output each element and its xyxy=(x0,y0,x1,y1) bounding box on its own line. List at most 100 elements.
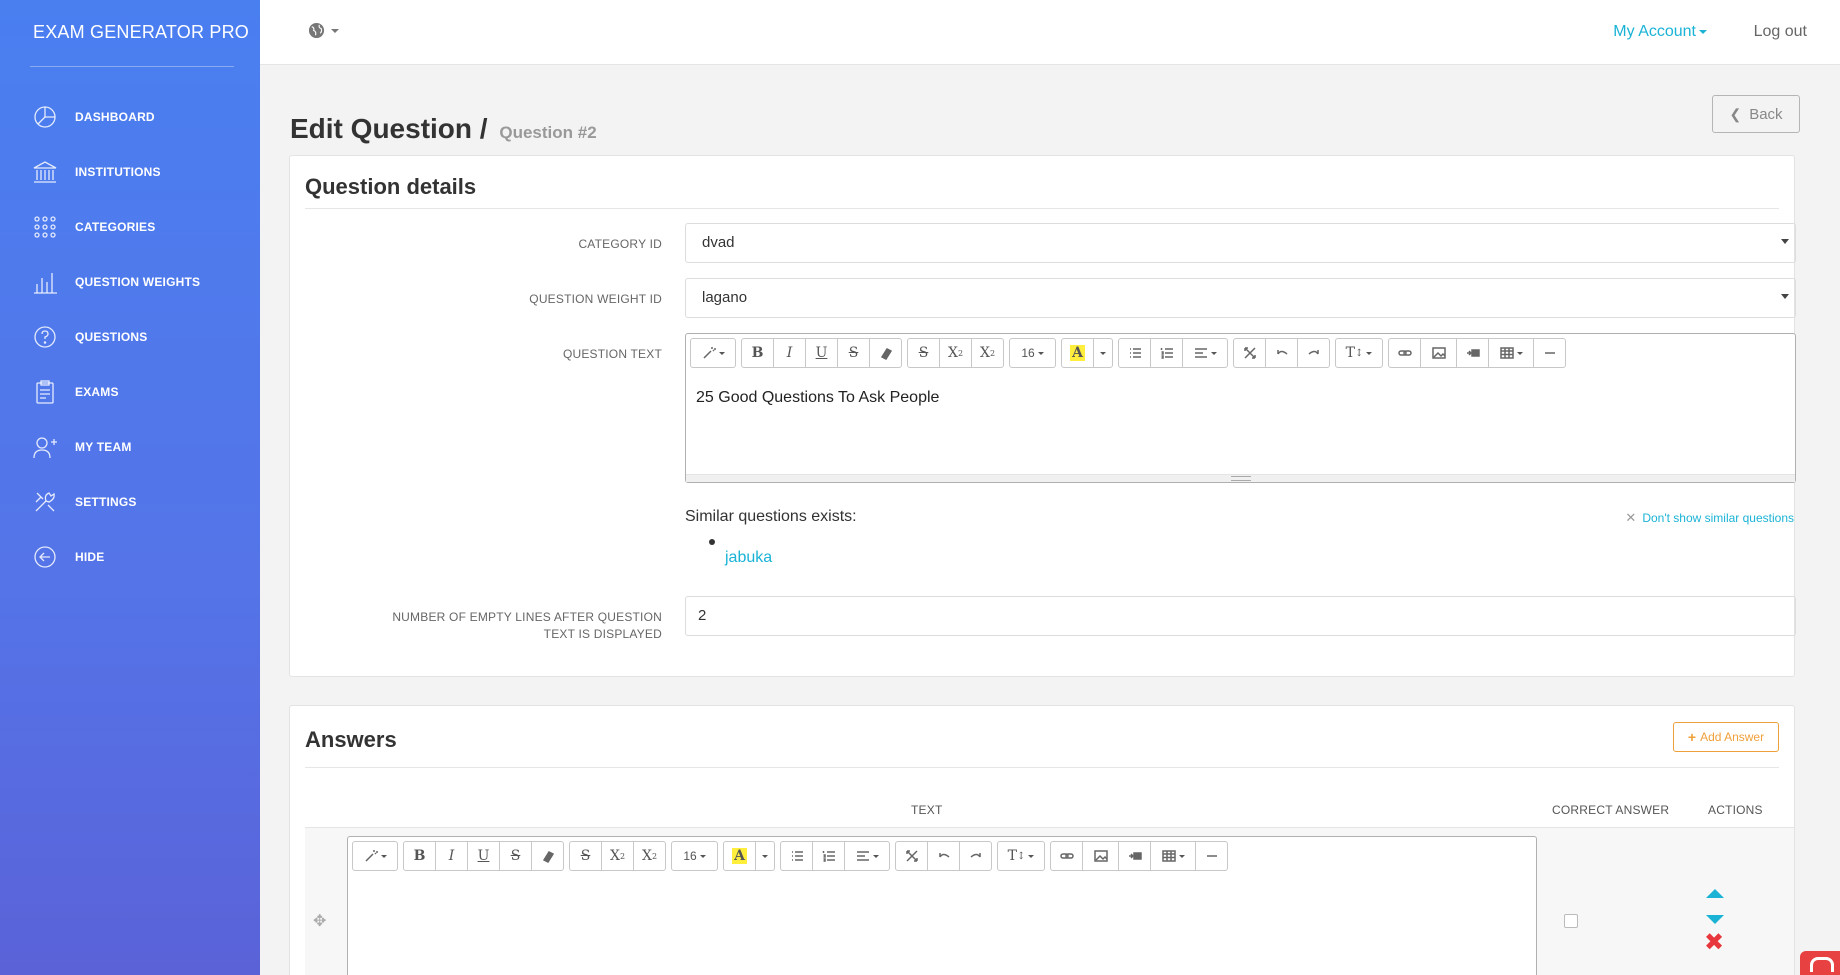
paragraph-align-dropdown[interactable] xyxy=(1182,338,1228,368)
paragraph-align-dropdown[interactable] xyxy=(844,841,890,871)
numbered-list-button[interactable] xyxy=(812,841,845,871)
strikethrough-alt-button[interactable]: S xyxy=(569,841,602,871)
eraser-button[interactable] xyxy=(869,338,902,368)
italic-button[interactable]: I xyxy=(773,338,806,368)
resize-grip-icon xyxy=(1230,476,1251,481)
add-answer-label: Add Answer xyxy=(1700,730,1765,744)
table-dropdown[interactable] xyxy=(1150,841,1196,871)
undo-button[interactable] xyxy=(1265,338,1298,368)
video-button[interactable] xyxy=(1118,841,1151,871)
color-dropdown[interactable] xyxy=(755,841,775,871)
empty-lines-input[interactable]: 2 xyxy=(685,596,1796,636)
style-button[interactable] xyxy=(690,338,736,368)
sidebar-item-label: EXAMS xyxy=(75,384,119,399)
undo-icon xyxy=(1276,350,1287,355)
dont-show-similar-link[interactable]: ✕ Don't show similar questions xyxy=(1625,510,1794,526)
sidebar-item-categories[interactable]: CATEGORIES xyxy=(0,199,260,254)
similar-question-link[interactable]: jabuka xyxy=(725,549,772,567)
font-size-dropdown[interactable]: 16 xyxy=(1009,338,1056,368)
top-bar: My Account Log out xyxy=(260,0,1840,65)
move-down-icon[interactable] xyxy=(1706,915,1724,924)
logout-link[interactable]: Log out xyxy=(1754,23,1807,41)
category-select[interactable]: dvad xyxy=(685,223,1796,263)
table-icon xyxy=(1499,347,1514,359)
bulleted-list-button[interactable] xyxy=(1118,338,1151,368)
video-button[interactable] xyxy=(1456,338,1489,368)
font-size-dropdown[interactable]: 16 xyxy=(671,841,718,871)
chat-widget-icon[interactable] xyxy=(1800,951,1840,975)
sidebar-item-questions[interactable]: QUESTIONS xyxy=(0,309,260,364)
sidebar-item-hide[interactable]: HIDE xyxy=(0,529,260,584)
delete-answer-icon[interactable]: ✖ xyxy=(1704,928,1724,956)
list-bullet xyxy=(709,539,715,545)
drag-handle-icon[interactable]: ✥ xyxy=(313,911,326,931)
link-button[interactable] xyxy=(1050,841,1083,871)
fullscreen-button[interactable] xyxy=(1233,338,1266,368)
image-icon xyxy=(1431,347,1446,359)
sidebar-item-my-team[interactable]: MY TEAM xyxy=(0,419,260,474)
question-weight-select[interactable]: lagano xyxy=(685,278,1796,318)
question-weight-value: lagano xyxy=(702,289,748,306)
highlight-color-button[interactable]: A xyxy=(1061,338,1094,368)
horizontal-rule-button[interactable] xyxy=(1195,841,1228,871)
eraser-icon xyxy=(880,348,892,360)
correct-answer-checkbox[interactable] xyxy=(1564,914,1578,928)
italic-button[interactable]: I xyxy=(435,841,468,871)
globe-icon xyxy=(308,22,325,39)
superscript-button[interactable]: X2 xyxy=(939,338,972,368)
line-height-dropdown[interactable]: T ↕ xyxy=(997,841,1045,871)
sidebar-item-label: INSTITUTIONS xyxy=(75,164,161,179)
image-button[interactable] xyxy=(1420,338,1457,368)
add-answer-button[interactable]: + Add Answer xyxy=(1673,722,1779,752)
superscript-button[interactable]: X2 xyxy=(601,841,634,871)
answer-text-editor[interactable]: B I U S S X2 X2 16 A T ↕ xyxy=(347,836,1537,975)
redo-button[interactable] xyxy=(959,841,992,871)
font-size-value: 16 xyxy=(683,849,697,863)
link-button[interactable] xyxy=(1388,338,1421,368)
line-height-dropdown[interactable]: T ↕ xyxy=(1335,338,1383,368)
bold-button[interactable]: B xyxy=(403,841,436,871)
editor-resize-handle[interactable] xyxy=(686,474,1795,482)
panel-divider xyxy=(305,208,1779,209)
question-text-editor[interactable]: B I U S S X2 X2 16 A T ↕ 25 Good Questio… xyxy=(685,333,1796,483)
highlight-color-button[interactable]: A xyxy=(723,841,756,871)
app-brand[interactable]: EXAM GENERATOR PRO xyxy=(0,0,260,66)
my-account-dropdown[interactable]: My Account xyxy=(1613,23,1707,41)
minus-icon xyxy=(1206,855,1217,857)
underline-button[interactable]: U xyxy=(805,338,838,368)
table-dropdown[interactable] xyxy=(1488,338,1534,368)
back-button[interactable]: ❮ Back xyxy=(1712,95,1800,133)
sidebar-item-exams[interactable]: EXAMS xyxy=(0,364,260,419)
column-header-correct: CORRECT ANSWER xyxy=(1552,803,1670,817)
language-dropdown[interactable] xyxy=(308,22,339,39)
subscript-button[interactable]: X2 xyxy=(971,338,1004,368)
color-dropdown[interactable] xyxy=(1093,338,1113,368)
move-up-icon[interactable] xyxy=(1706,889,1724,898)
underline-button[interactable]: U xyxy=(467,841,500,871)
redo-button[interactable] xyxy=(1297,338,1330,368)
subscript-button[interactable]: X2 xyxy=(633,841,666,871)
select-arrow-icon xyxy=(1781,239,1789,244)
sidebar-item-label: CATEGORIES xyxy=(75,219,156,234)
question-text-content[interactable]: 25 Good Questions To Ask People xyxy=(696,389,939,407)
undo-button[interactable] xyxy=(927,841,960,871)
page-title-text: Edit Question xyxy=(290,113,472,144)
title-separator: / xyxy=(479,113,488,144)
sidebar-item-institutions[interactable]: INSTITUTIONS xyxy=(0,144,260,199)
strikethrough-alt-button[interactable]: S xyxy=(907,338,940,368)
style-button[interactable] xyxy=(352,841,398,871)
column-header-text: TEXT xyxy=(911,803,943,817)
eraser-button[interactable] xyxy=(531,841,564,871)
horizontal-rule-button[interactable] xyxy=(1533,338,1566,368)
bold-button[interactable]: B xyxy=(741,338,774,368)
strikethrough-button[interactable]: S xyxy=(499,841,532,871)
fullscreen-button[interactable] xyxy=(895,841,928,871)
sidebar-item-dashboard[interactable]: DASHBOARD xyxy=(0,89,260,144)
question-details-panel: Question details CATEGORY ID dvad QUESTI… xyxy=(289,155,1796,677)
image-button[interactable] xyxy=(1082,841,1119,871)
sidebar-item-question-weights[interactable]: QUESTION WEIGHTS xyxy=(0,254,260,309)
bulleted-list-button[interactable] xyxy=(780,841,813,871)
numbered-list-button[interactable] xyxy=(1150,338,1183,368)
sidebar-item-settings[interactable]: SETTINGS xyxy=(0,474,260,529)
strikethrough-button[interactable]: S xyxy=(837,338,870,368)
